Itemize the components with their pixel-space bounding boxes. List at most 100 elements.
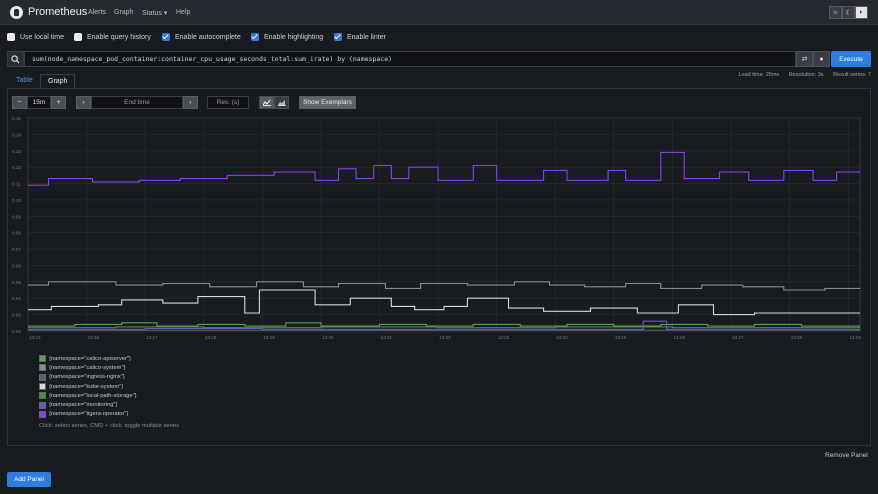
increase-range-button[interactable]: +: [51, 96, 66, 109]
next-time-button[interactable]: ›: [183, 96, 198, 109]
x-tick-label: 13:21: [381, 335, 393, 340]
y-tick-label: 0.11: [12, 182, 21, 187]
nav-help[interactable]: Help: [176, 9, 190, 16]
x-tick-label: 13:22: [439, 335, 451, 340]
metrics-explorer-icon[interactable]: ⇄: [796, 51, 813, 67]
y-tick-label: 0.02: [12, 329, 21, 334]
clear-query-icon[interactable]: ●: [813, 51, 830, 67]
y-tick-label: 0.08: [12, 231, 21, 236]
theme-toggle: ☼ ☾ ◐: [829, 6, 868, 19]
use-local-time-label: Use local time: [20, 33, 64, 41]
legend-label: {namespace="monitoring"}: [49, 402, 118, 409]
linter-checkbox[interactable]: [334, 33, 342, 41]
moon-icon[interactable]: ☾: [842, 6, 855, 19]
query-history-option[interactable]: Enable query history: [74, 33, 151, 41]
sun-icon[interactable]: ☼: [829, 6, 842, 19]
expression-input[interactable]: sum(node_namespace_pod_container:contain…: [24, 51, 796, 67]
stacked-chart-icon[interactable]: [274, 96, 289, 109]
use-local-time-checkbox[interactable]: [7, 33, 15, 41]
y-tick-label: 0.03: [12, 313, 21, 318]
x-tick-label: 13:16: [88, 335, 100, 340]
legend-item[interactable]: {namespace="ingress-nginx"}: [39, 373, 179, 382]
x-tick-label: 13:29: [849, 335, 861, 340]
highlighting-checkbox[interactable]: [251, 33, 259, 41]
autocomplete-option[interactable]: Enable autocomplete: [162, 33, 241, 41]
tab-table[interactable]: Table: [9, 74, 40, 88]
resolution-input[interactable]: Res. (s): [207, 96, 249, 109]
legend-swatch: [39, 373, 46, 381]
result-series: Result series: 7: [833, 72, 871, 78]
y-tick-label: 0.15: [12, 116, 21, 121]
add-panel-button[interactable]: Add Panel: [7, 472, 51, 487]
legend-label: {namespace="local-path-storage"}: [49, 392, 137, 399]
legend-label: {namespace="calico-apiserver"}: [49, 355, 131, 362]
legend-swatch: [39, 364, 46, 372]
x-tick-label: 13:26: [674, 335, 686, 340]
prometheus-logo-icon[interactable]: [10, 6, 23, 19]
legend: {namespace="calico-apiserver"} {namespace…: [39, 354, 179, 429]
legend-item[interactable]: {namespace="calico-system"}: [39, 363, 179, 372]
load-time: Load time: 26ms: [738, 72, 780, 78]
legend-hint: Click: select series, CMD + click: toggl…: [39, 423, 179, 430]
y-tick-label: 0.07: [12, 247, 21, 252]
linter-option[interactable]: Enable linter: [334, 33, 386, 41]
query-stats: Load time: 26ms Resolution: 3s Result se…: [731, 72, 872, 78]
y-tick-label: 0.14: [12, 132, 21, 137]
search-icon: [7, 51, 24, 67]
y-tick-label: 0.12: [12, 165, 21, 170]
query-history-label: Enable query history: [87, 33, 151, 41]
nav-status[interactable]: Status ▾: [142, 9, 167, 17]
contrast-icon[interactable]: ◐: [855, 6, 868, 19]
x-tick-label: 13:17: [146, 335, 158, 340]
range-input[interactable]: 15m: [27, 96, 51, 109]
nav-alerts[interactable]: Alerts: [88, 9, 106, 16]
show-exemplars-button[interactable]: Show Exemplars: [299, 96, 356, 109]
legend-item[interactable]: {namespace="tigera-operator"}: [39, 410, 179, 419]
legend-item[interactable]: {namespace="kube-system"}: [39, 382, 179, 391]
linter-label: Enable linter: [347, 33, 386, 41]
x-tick-label: 13:23: [498, 335, 510, 340]
unstacked-chart-icon[interactable]: [259, 96, 274, 109]
x-tick-label: 13:25: [615, 335, 627, 340]
y-tick-label: 0.05: [12, 280, 21, 285]
navbar: Prometheus Alerts Graph Status ▾ Help ☼ …: [0, 0, 878, 25]
y-tick-label: 0.10: [12, 198, 21, 203]
resolution: Resolution: 3s: [788, 72, 824, 78]
legend-item[interactable]: {namespace="monitoring"}: [39, 400, 179, 409]
query-history-checkbox[interactable]: [74, 33, 82, 41]
y-tick-label: 0.09: [12, 214, 21, 219]
remove-panel-link[interactable]: Remove Panel: [825, 452, 868, 459]
end-time-input[interactable]: End time: [91, 96, 183, 109]
legend-item[interactable]: {namespace="local-path-storage"}: [39, 391, 179, 400]
decrease-range-button[interactable]: −: [12, 96, 27, 109]
autocomplete-label: Enable autocomplete: [175, 33, 241, 41]
x-tick-label: 13:24: [556, 335, 568, 340]
use-local-time-option[interactable]: Use local time: [7, 33, 64, 41]
nav-graph[interactable]: Graph: [114, 9, 133, 16]
legend-swatch: [39, 355, 46, 363]
y-tick-label: 0.04: [12, 296, 21, 301]
legend-label: {namespace="calico-system"}: [49, 364, 126, 371]
legend-swatch: [39, 392, 46, 400]
x-tick-label: 13:20: [322, 335, 334, 340]
x-tick-label: 13:15: [29, 335, 41, 340]
legend-swatch: [39, 401, 46, 409]
legend-label: {namespace="ingress-nginx"}: [49, 374, 125, 381]
x-tick-label: 13:19: [263, 335, 275, 340]
x-tick-label: 13:18: [205, 335, 217, 340]
y-tick-label: 0.13: [12, 149, 21, 154]
y-tick-label: 0.06: [12, 263, 21, 268]
autocomplete-checkbox[interactable]: [162, 33, 170, 41]
x-tick-label: 13:28: [791, 335, 803, 340]
tab-graph[interactable]: Graph: [40, 74, 76, 88]
previous-time-button[interactable]: ‹: [76, 96, 91, 109]
brand-title[interactable]: Prometheus: [28, 6, 87, 18]
legend-label: {namespace="kube-system"}: [49, 383, 124, 390]
x-tick-label: 13:27: [732, 335, 744, 340]
legend-swatch: [39, 410, 46, 418]
legend-label: {namespace="tigera-operator"}: [49, 411, 129, 418]
highlighting-label: Enable highlighting: [264, 33, 324, 41]
execute-button[interactable]: Execute: [831, 51, 871, 67]
highlighting-option[interactable]: Enable highlighting: [251, 33, 323, 41]
legend-item[interactable]: {namespace="calico-apiserver"}: [39, 354, 179, 363]
